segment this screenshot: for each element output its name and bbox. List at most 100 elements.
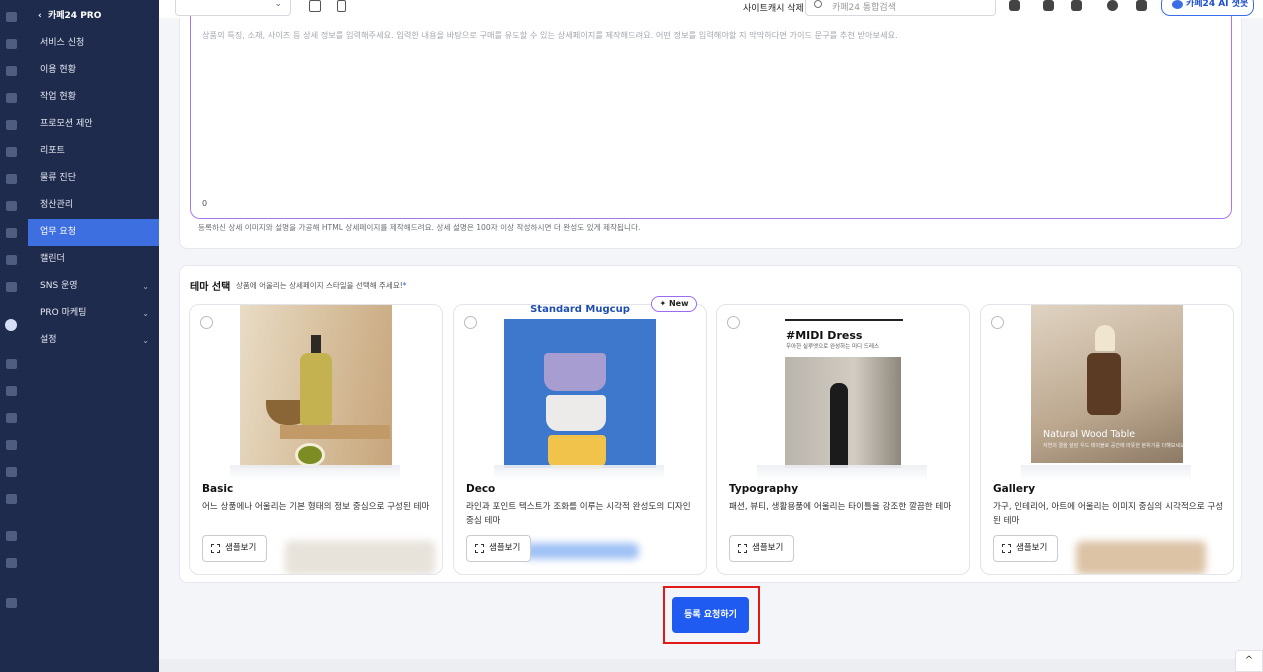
theme-option-deco[interactable]: Standard Mugcup ✦ New Deco 라인과 포인트 텍스트가 …: [453, 296, 707, 575]
theme-description: 패션, 뷰티, 생활용품에 어울리는 타이틀을 강조한 깔끔한 테마: [729, 502, 952, 512]
theme-name: Basic: [202, 483, 234, 495]
palette-icon[interactable]: [6, 174, 17, 184]
theme-clip: Standard Mugcup: [454, 305, 706, 574]
sidebar-item-report[interactable]: 리포트: [28, 138, 159, 165]
cart-icon[interactable]: [6, 39, 17, 49]
new-badge-label: New: [668, 299, 689, 308]
sidebar-back-link[interactable]: ‹ 카페24 PRO: [28, 3, 159, 29]
global-search-input[interactable]: 카페24 통합검색: [805, 0, 996, 16]
sample-view-label: 샘플보기: [1016, 543, 1048, 553]
sidebar-item-work-status[interactable]: 작업 현황: [28, 84, 159, 111]
theme-description: 가구, 인테리어, 아트에 어울리는 이미지 중심의 시각적으로 구성된 테마: [993, 502, 1224, 526]
ad-icon[interactable]: [6, 201, 17, 211]
theme-section-subtitle: 상품에 어울리는 상세페이지 스타일을 선택해 주세요!*: [236, 280, 406, 291]
theme-thumbnail-basic: [240, 305, 392, 468]
desktop-preview-icon[interactable]: [309, 0, 321, 12]
thumb-shape: [295, 443, 325, 467]
apps-grid-icon[interactable]: [1136, 0, 1147, 11]
apps-icon[interactable]: [6, 531, 17, 541]
sample-view-button[interactable]: 샘플보기: [993, 535, 1058, 562]
sidebar-item-label: 설정: [40, 335, 57, 345]
sidebar: ‹ 카페24 PRO 서비스 신청 이용 현황 작업 현황 프로모션 제안 리포…: [28, 0, 159, 672]
truck-icon[interactable]: [6, 359, 17, 369]
bag-icon[interactable]: [6, 413, 17, 423]
thumb-fade: [757, 465, 927, 481]
sidebar-item-label: 서비스 신청: [40, 38, 85, 48]
account-icon[interactable]: [1107, 0, 1118, 11]
scan-icon: [211, 544, 220, 553]
sidebar-item-sns[interactable]: SNS 운영 ⌄: [28, 273, 159, 300]
chart-icon[interactable]: [6, 228, 17, 238]
thumb-shape: [830, 383, 848, 468]
sample-view-label: 샘플보기: [752, 543, 784, 553]
video-icon[interactable]: [6, 386, 17, 396]
sample-view-label: 샘플보기: [489, 543, 521, 553]
thumb-rule: [785, 319, 903, 321]
table-icon[interactable]: [6, 255, 17, 265]
store-icon[interactable]: [6, 494, 17, 504]
box-icon[interactable]: [6, 558, 17, 568]
sample-view-button[interactable]: 샘플보기: [729, 535, 794, 562]
sidebar-item-promotion[interactable]: 프로모션 제안: [28, 111, 159, 138]
footer-bar: [159, 659, 1263, 672]
megaphone-icon[interactable]: [6, 440, 17, 450]
sidebar-item-logistics[interactable]: 물류 진단: [28, 165, 159, 192]
theme-radio-basic[interactable]: [200, 316, 213, 329]
shirt-icon[interactable]: [6, 66, 17, 76]
chevron-down-icon: ⌄: [142, 336, 149, 345]
theme-name: Deco: [466, 483, 496, 495]
sidebar-item-usage[interactable]: 이용 현황: [28, 57, 159, 84]
shop-select[interactable]: ⌄: [175, 0, 291, 16]
theme-radio-deco[interactable]: [464, 316, 477, 329]
thumb-shape: [548, 435, 606, 469]
thumb-shape: [1095, 325, 1115, 351]
headset-icon[interactable]: [1009, 0, 1020, 11]
sidebar-item-settlement[interactable]: 정산관리: [28, 192, 159, 219]
theme-radio-gallery[interactable]: [991, 316, 1004, 329]
bookmark-icon[interactable]: [1071, 0, 1082, 11]
thumb-title: Standard Mugcup: [504, 305, 656, 319]
blurred-preview: [524, 543, 639, 559]
theme-option-typography[interactable]: #MIDI Dress 우아한 실루엣으로 완성하는 미디 드레스 Typogr…: [716, 304, 970, 575]
thumb-title: Natural Wood Table: [1043, 429, 1136, 440]
chatbot-icon: [1172, 0, 1183, 9]
gear-icon[interactable]: [6, 598, 17, 608]
theme-option-basic[interactable]: Basic 어느 상품에나 어울리는 기본 형태의 정보 중심으로 구성된 테마…: [189, 304, 443, 575]
sidebar-item-calendar[interactable]: 캘린더: [28, 246, 159, 273]
sample-view-button[interactable]: 샘플보기: [202, 535, 267, 562]
mobile-preview-icon[interactable]: [337, 0, 346, 12]
sidebar-item-service-apply[interactable]: 서비스 신청: [28, 30, 159, 57]
pro-badge-icon[interactable]: [5, 319, 17, 331]
scroll-top-button[interactable]: ^: [1235, 650, 1263, 672]
sidebar-back-label: 카페24 PRO: [47, 11, 102, 21]
submit-request-button[interactable]: 등록 요청하기: [672, 597, 749, 633]
user-icon[interactable]: [6, 93, 17, 103]
new-badge: ✦ New: [651, 296, 697, 312]
thumb-fade: [1021, 465, 1191, 481]
clear-site-cache-button[interactable]: 사이트캐시 삭제: [743, 1, 804, 14]
detail-description-textarea[interactable]: 상품의 특징, 소재, 사이즈 등 상세 정보를 입력해주세요. 입력한 내용을…: [190, 16, 1232, 219]
home-icon[interactable]: [6, 12, 17, 22]
char-counter: 0: [202, 199, 208, 208]
ai-chatbot-button[interactable]: 카페24 AI 챗봇: [1161, 0, 1254, 16]
sidebar-item-label: SNS 운영: [40, 281, 78, 291]
theme-option-gallery[interactable]: Natural Wood Table 자연의 결을 살린 우드 테이블로 공간에…: [980, 304, 1234, 575]
sidebar-item-label: 정산관리: [40, 200, 74, 210]
theme-section-title: 테마 선택: [190, 282, 231, 293]
sidebar-item-work-request[interactable]: 업무 요청: [28, 219, 159, 246]
description-help-text: 등록하신 상세 이미지와 설명을 가공해 HTML 상세페이지를 제작해드려요.…: [198, 223, 641, 232]
theme-radio-typography[interactable]: [727, 316, 740, 329]
sidebar-item-pro-marketing[interactable]: PRO 마케팅 ⌄: [28, 300, 159, 327]
sidebar-item-settings[interactable]: 설정 ⌄: [28, 327, 159, 354]
blurred-preview: [285, 541, 435, 574]
scan-icon: [1002, 544, 1011, 553]
document-icon[interactable]: [6, 147, 17, 157]
sample-view-button[interactable]: 샘플보기: [466, 535, 531, 562]
book-icon[interactable]: [6, 282, 17, 292]
sidebar-item-label: 캘린더: [40, 254, 65, 264]
search-icon: [814, 0, 822, 8]
bell-icon[interactable]: [1043, 0, 1054, 11]
thumb-subtitle: 우아한 실루엣으로 완성하는 미디 드레스: [786, 344, 880, 350]
building-icon[interactable]: [6, 467, 17, 477]
chat-icon[interactable]: [6, 120, 17, 130]
